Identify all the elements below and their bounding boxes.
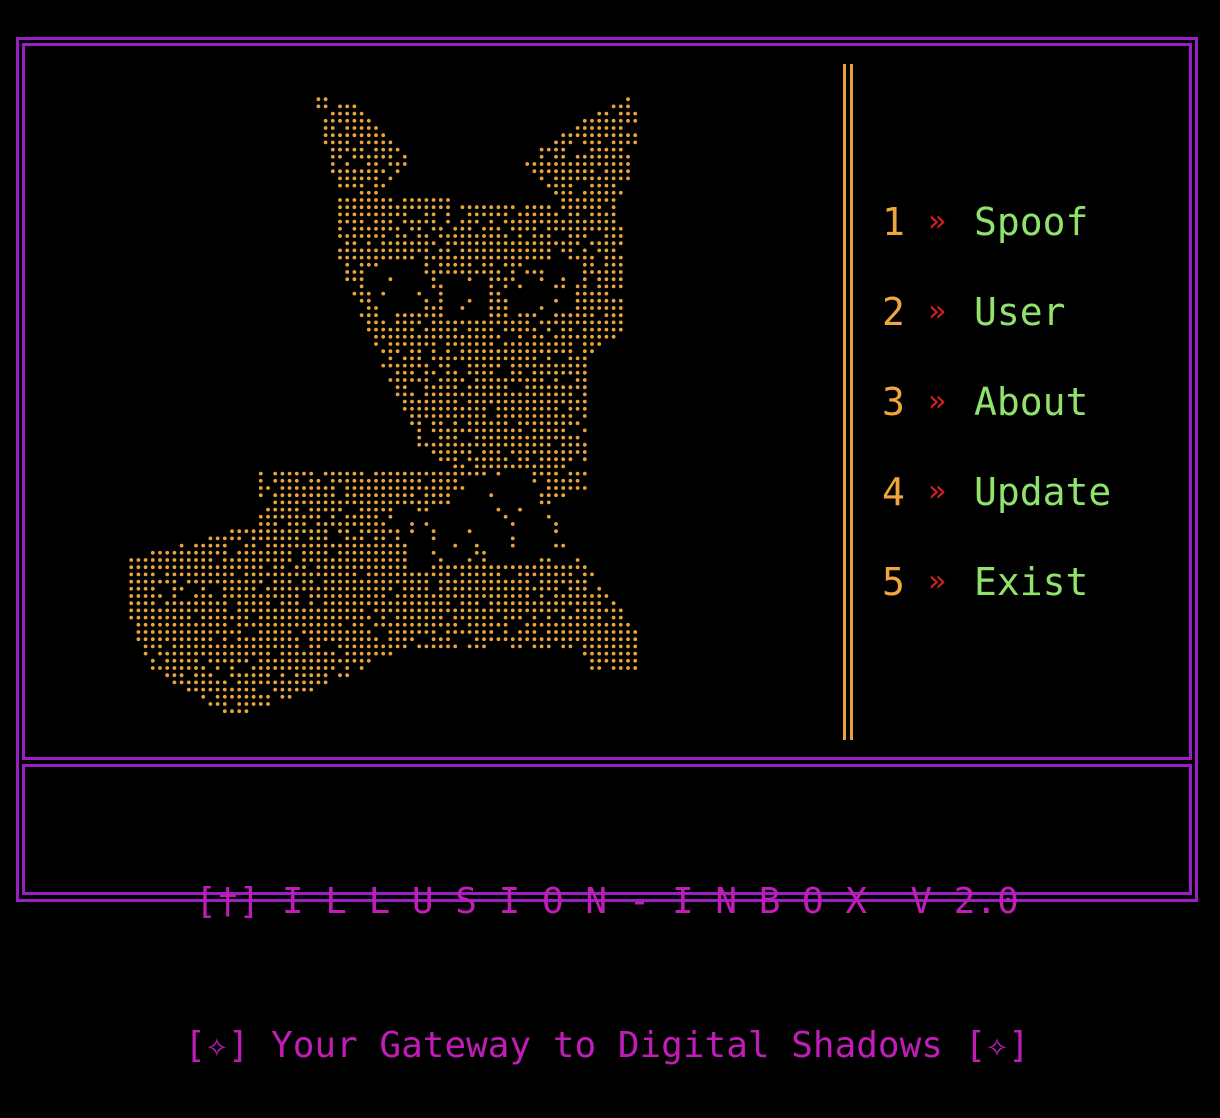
menu-item-number: 1: [882, 200, 905, 244]
app-title: [†] I L L U S I O N - I N B O X V 2.0: [195, 881, 1019, 922]
menu-item-exist[interactable]: 5 » Exist: [882, 556, 1111, 646]
menu-item-separator: »: [928, 294, 947, 329]
menu-item-spoof[interactable]: 1 » Spoof: [882, 196, 1111, 286]
menu-item-number: 5: [882, 560, 905, 604]
menu-item-separator: »: [928, 474, 947, 509]
menu-item-user[interactable]: 2 » User: [882, 286, 1111, 376]
menu-item-number: 2: [882, 290, 905, 334]
app-tagline: [✧] Your Gateway to Digital Shadows [✧]: [184, 1025, 1030, 1066]
menu-item-number: 3: [882, 380, 905, 424]
menu-item-label: Exist: [974, 560, 1089, 604]
vertical-divider: [843, 64, 853, 740]
menu-item-update[interactable]: 4 » Update: [882, 466, 1111, 556]
main-menu: 1 » Spoof 2 » User 3 » About 4 » Update …: [882, 196, 1111, 646]
menu-item-label: User: [974, 290, 1066, 334]
menu-item-label: About: [974, 380, 1089, 424]
app-banner: [†] I L L U S I O N - I N B O X V 2.0 [✧…: [22, 782, 1192, 1118]
menu-item-separator: »: [928, 384, 947, 419]
menu-item-label: Update: [974, 470, 1112, 514]
menu-item-separator: »: [928, 564, 947, 599]
fox-ascii-art-icon: [129, 97, 638, 714]
menu-item-label: Spoof: [974, 200, 1089, 244]
menu-item-about[interactable]: 3 » About: [882, 376, 1111, 466]
menu-item-number: 4: [882, 470, 905, 514]
menu-item-separator: »: [928, 204, 947, 239]
